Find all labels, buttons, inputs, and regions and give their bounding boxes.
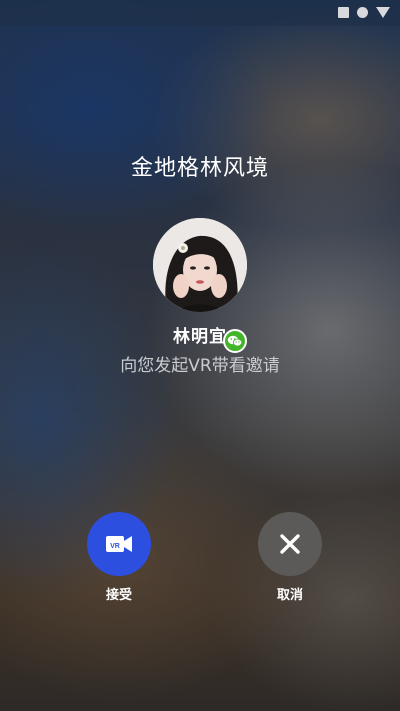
- vr-camera-icon: VR: [106, 536, 132, 552]
- caller-name-row: 林明宜: [0, 322, 400, 347]
- wechat-icon: [223, 329, 247, 353]
- vr-call-invite-screen: 金地格林风境 林明宜 向您发起VR带看邀请 VR 接受 取消: [0, 0, 400, 711]
- status-bar: [0, 0, 400, 26]
- status-icons: [338, 7, 390, 18]
- close-icon: [280, 534, 300, 554]
- svg-text:VR: VR: [110, 543, 120, 550]
- triangle-icon: [376, 7, 390, 18]
- cancel-label: 取消: [276, 588, 303, 603]
- square-icon: [338, 7, 349, 18]
- accept-button[interactable]: VR 接受: [87, 512, 151, 603]
- caller-name: 林明宜: [173, 327, 227, 347]
- invite-message: 向您发起VR带看邀请: [120, 356, 280, 376]
- avatar-image: [153, 218, 247, 312]
- accept-label: 接受: [105, 588, 132, 603]
- caller-avatar: [153, 218, 247, 312]
- circle-icon: [357, 7, 368, 18]
- property-title: 金地格林风境: [130, 156, 269, 181]
- accept-button-circle[interactable]: VR: [87, 512, 151, 576]
- cancel-button[interactable]: 取消: [258, 512, 322, 603]
- cancel-button-circle[interactable]: [258, 512, 322, 576]
